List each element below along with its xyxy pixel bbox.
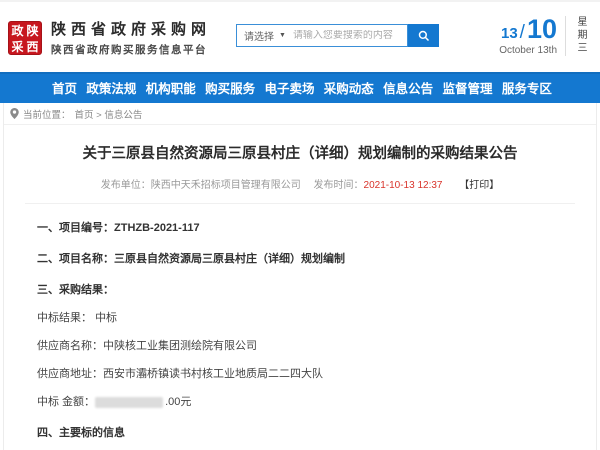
logo-char: 陕	[25, 23, 40, 39]
print-button[interactable]: 【打印】	[459, 180, 499, 191]
site-logo: 政 陕 采 西	[8, 21, 42, 55]
award-amount-row: 中标 金额： .00元	[37, 393, 563, 409]
logo-char: 政	[10, 23, 25, 39]
supplier-address-value: 西安市灞桥镇读书村核工业地质局二二四大队	[103, 368, 323, 380]
site-subtitle: 陕西省政府购买服务信息平台	[51, 42, 211, 57]
date-english: October 13th	[499, 45, 557, 56]
search-bar: 请选择 ▼	[236, 24, 439, 47]
main-container: 当前位置： 首页 > 信息公告 关于三原县自然资源局三原县村庄（详细）规划编制的…	[3, 103, 597, 450]
publisher-value: 陕西中天禾招标项目管理有限公司	[151, 180, 301, 191]
breadcrumb-path[interactable]: 首页 > 信息公告	[75, 107, 143, 121]
date-month: 10	[527, 16, 557, 42]
date-day: 13	[501, 25, 518, 42]
redacted-amount	[95, 397, 163, 408]
date-widget: 13 / 10 October 13th 星期三	[499, 16, 588, 56]
brand-text: 陕西省政府采购网 陕西省政府购买服务信息平台	[51, 18, 211, 57]
nav-item-policies[interactable]: 政策法规	[86, 78, 136, 97]
breadcrumb: 当前位置： 首页 > 信息公告	[4, 103, 596, 125]
article: 关于三原县自然资源局三原县村庄（详细）规划编制的采购结果公告 发布单位：陕西中天…	[4, 142, 596, 450]
nav-item-home[interactable]: 首页	[52, 78, 77, 97]
section-project-number: 一、项目编号：ZTHZB-2021-117	[37, 219, 563, 235]
nav-item-procurement-news[interactable]: 采购动态	[324, 78, 374, 97]
supplier-name-label: 供应商名称：	[37, 340, 103, 352]
award-amount-label: 中标 金额：	[37, 396, 95, 408]
article-title: 关于三原县自然资源局三原县村庄（详细）规划编制的采购结果公告	[37, 142, 563, 163]
search-button[interactable]	[408, 24, 439, 47]
date-separator: /	[520, 22, 525, 44]
site-name: 陕西省政府采购网	[51, 18, 211, 39]
section-project-name: 二、项目名称：三原县自然资源局三原县村庄（详细）规划编制	[37, 250, 563, 266]
award-result-row: 中标结果： 中标	[37, 309, 563, 325]
publisher-label: 发布单位：	[101, 180, 151, 191]
page-header: 政 陕 采 西 陕西省政府采购网 陕西省政府购买服务信息平台 请选择 ▼ 13	[0, 0, 600, 72]
supplier-address-row: 供应商地址：西安市灞桥镇读书村核工业地质局二二四大队	[37, 365, 563, 381]
logo-char: 西	[25, 39, 40, 55]
section-main-subject-info: 四、主要标的信息	[37, 424, 563, 440]
nav-item-service-zone[interactable]: 服务专区	[502, 78, 552, 97]
logo-char: 采	[10, 39, 25, 55]
supplier-address-label: 供应商地址：	[37, 368, 103, 380]
search-select-label: 请选择	[244, 28, 274, 43]
supplier-name-row: 供应商名称：中陕核工业集团测绘院有限公司	[37, 337, 563, 353]
supplier-name-value: 中陕核工业集团测绘院有限公司	[103, 340, 257, 352]
location-pin-icon	[10, 108, 19, 119]
breadcrumb-label: 当前位置：	[23, 107, 71, 121]
nav-item-announcements[interactable]: 信息公告	[383, 78, 433, 97]
search-icon	[418, 30, 430, 42]
brand: 政 陕 采 西 陕西省政府采购网 陕西省政府购买服务信息平台	[8, 18, 211, 57]
date-numbers: 13 / 10 October 13th	[499, 16, 557, 56]
date-weekday: 星期三	[565, 16, 588, 56]
chevron-down-icon: ▼	[279, 32, 286, 39]
publish-time-label: 发布时间：	[304, 180, 364, 191]
project-name-label: 二、项目名称：	[37, 253, 114, 265]
search-input[interactable]	[293, 30, 407, 41]
nav-item-e-marketplace[interactable]: 电子卖场	[264, 78, 314, 97]
search-box: 请选择 ▼	[236, 24, 408, 47]
award-amount-suffix: .00元	[165, 396, 191, 408]
publish-time-value: 2021-10-13 12:37	[364, 180, 443, 191]
article-meta: 发布单位：陕西中天禾招标项目管理有限公司 发布时间：2021-10-13 12:…	[37, 176, 563, 191]
project-name-value: 三原县自然资源局三原县村庄（详细）规划编制	[114, 253, 345, 265]
main-nav: 首页 政策法规 机构职能 购买服务 电子卖场 采购动态 信息公告 监督管理 服务…	[0, 72, 600, 103]
project-number-value: ZTHZB-2021-117	[114, 222, 200, 234]
nav-item-purchase-services[interactable]: 购买服务	[205, 78, 255, 97]
award-result-value: 中标	[95, 312, 117, 324]
nav-item-functions[interactable]: 机构职能	[146, 78, 196, 97]
meta-divider	[25, 203, 575, 204]
search-category-select[interactable]: 请选择 ▼	[237, 28, 293, 43]
award-result-label: 中标结果：	[37, 312, 95, 324]
section-procurement-result: 三、采购结果：	[37, 281, 563, 297]
project-number-label: 一、项目编号：	[37, 222, 114, 234]
nav-item-supervision[interactable]: 监督管理	[443, 78, 493, 97]
